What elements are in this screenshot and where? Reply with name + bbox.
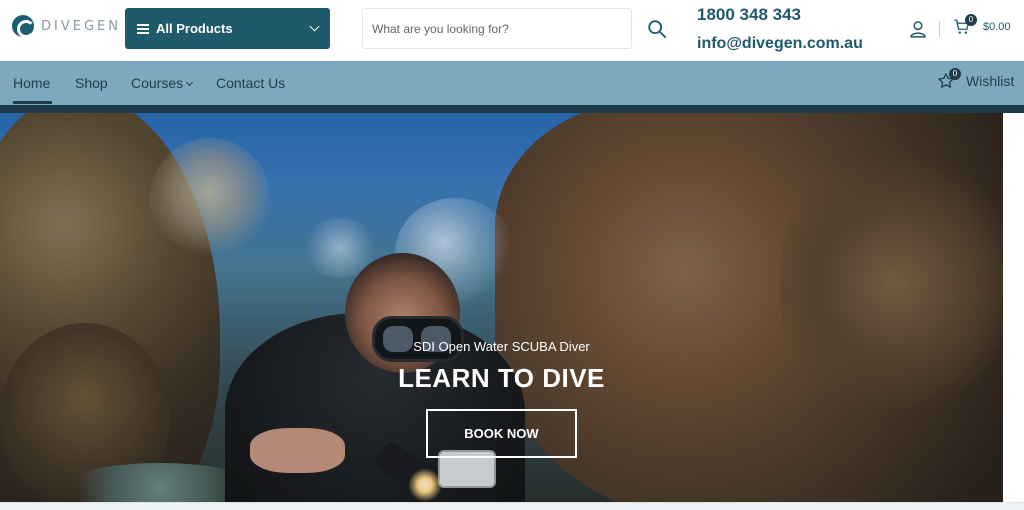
browser-bottom-edge (0, 502, 1024, 510)
wishlist-label: Wishlist (966, 73, 1015, 89)
cart-total: $0.00 (983, 21, 1011, 33)
wishlist-link[interactable]: 0 Wishlist (937, 68, 1015, 90)
hero-title: LEARN TO DIVE (398, 363, 605, 393)
menu-icon (137, 23, 149, 34)
all-products-label: All Products (156, 21, 233, 36)
logo-icon (12, 15, 35, 38)
nav-courses[interactable]: Courses (131, 75, 194, 91)
main-nav: Home Shop Courses Contact Us (0, 61, 1024, 105)
active-nav-indicator (13, 101, 52, 104)
hero-subtitle: SDI Open Water SCUBA Diver (413, 339, 590, 354)
nav-bottom-bar (0, 105, 1024, 113)
book-now-button[interactable]: BOOK NOW (426, 409, 577, 458)
user-icon[interactable] (908, 19, 928, 39)
nav-courses-label: Courses (131, 75, 184, 91)
header-divider (939, 21, 940, 37)
brand-name: DIVEGEN (41, 18, 121, 34)
all-products-dropdown[interactable]: All Products (125, 8, 330, 49)
site-header: DIVEGEN All Products 1800 348 343 info@d… (0, 0, 1024, 61)
nav-contact-us[interactable]: Contact Us (216, 75, 285, 91)
nav-home[interactable]: Home (13, 75, 50, 91)
wishlist-count-badge: 0 (949, 68, 961, 80)
search-input[interactable] (363, 9, 631, 48)
hero-banner: SDI Open Water SCUBA Diver LEARN TO DIVE… (0, 113, 1003, 502)
chevron-down-icon (186, 78, 194, 87)
brand-logo[interactable]: DIVEGEN (12, 15, 121, 38)
cart-count-badge: 0 (965, 14, 977, 26)
search-icon[interactable] (646, 18, 668, 40)
nav-shop[interactable]: Shop (75, 75, 108, 91)
contact-info: 1800 348 343 info@divegen.com.au (697, 3, 863, 56)
page-margin (1003, 113, 1024, 502)
email-address[interactable]: info@divegen.com.au (697, 32, 863, 56)
search-box (362, 8, 632, 49)
cart-button[interactable]: 0 $0.00 (953, 14, 1011, 36)
chevron-down-icon (309, 21, 320, 32)
phone-number[interactable]: 1800 348 343 (697, 3, 863, 27)
